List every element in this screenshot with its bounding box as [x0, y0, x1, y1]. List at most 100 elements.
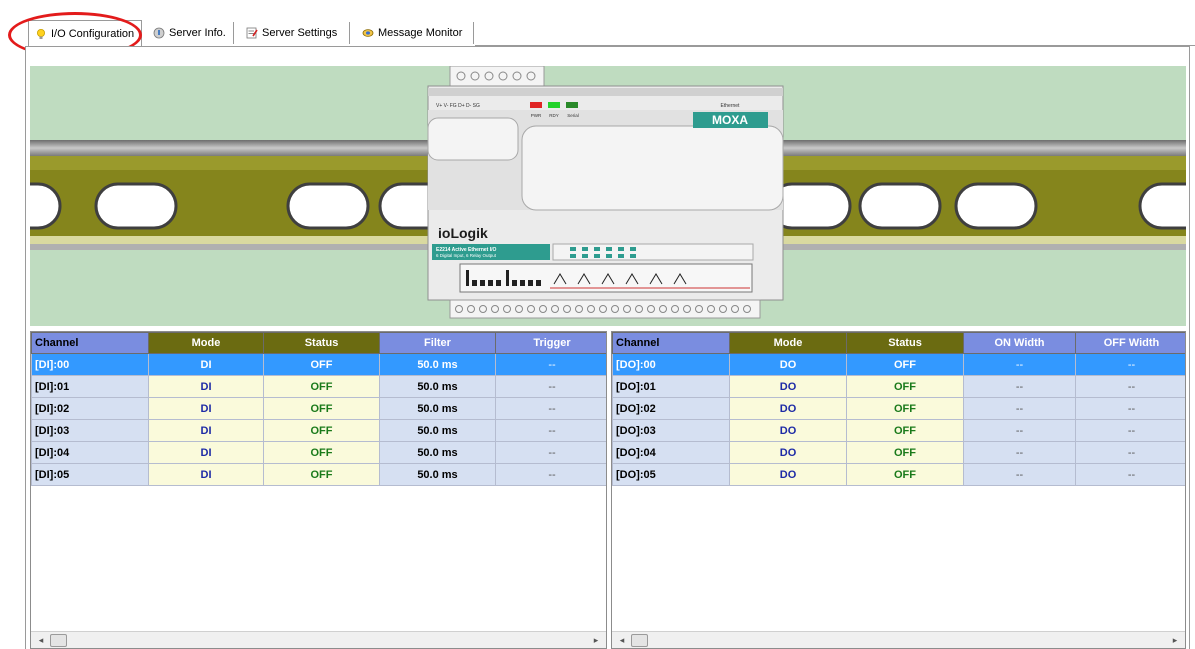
- cell-filter[interactable]: 50.0 ms: [379, 441, 496, 464]
- cell-status[interactable]: OFF: [846, 353, 964, 376]
- cell-mode[interactable]: DI: [148, 353, 264, 376]
- cell-off-width[interactable]: --: [1075, 375, 1185, 398]
- cell-status[interactable]: OFF: [846, 375, 964, 398]
- cell-channel[interactable]: [DO]:04: [612, 441, 730, 464]
- cell-mode[interactable]: DO: [729, 441, 847, 464]
- column-header-off-width[interactable]: OFF Width: [1075, 332, 1185, 354]
- cell-channel[interactable]: [DI]:02: [31, 397, 149, 420]
- di-channel-grid[interactable]: Channel Mode Status Filter Trigger [DI]:…: [30, 331, 607, 649]
- cell-channel[interactable]: [DI]:03: [31, 419, 149, 442]
- cell-on-width[interactable]: --: [963, 353, 1076, 376]
- scroll-right-icon[interactable]: ▸: [588, 633, 604, 647]
- table-row[interactable]: [DI]:01 DI OFF 50.0 ms --: [31, 375, 606, 398]
- cell-trigger[interactable]: --: [495, 397, 606, 420]
- cell-off-width[interactable]: --: [1075, 463, 1185, 486]
- cell-status[interactable]: OFF: [846, 397, 964, 420]
- cell-trigger[interactable]: --: [495, 441, 606, 464]
- cell-filter[interactable]: 50.0 ms: [379, 397, 496, 420]
- cell-status[interactable]: OFF: [263, 375, 380, 398]
- scroll-left-icon[interactable]: ◂: [614, 633, 630, 647]
- cell-mode[interactable]: DI: [148, 463, 264, 486]
- column-header-mode[interactable]: Mode: [148, 332, 264, 354]
- table-row[interactable]: [DI]:03 DI OFF 50.0 ms --: [31, 419, 606, 442]
- column-header-status[interactable]: Status: [846, 332, 964, 354]
- cell-trigger[interactable]: --: [495, 419, 606, 442]
- cell-off-width[interactable]: --: [1075, 441, 1185, 464]
- cell-status[interactable]: OFF: [263, 441, 380, 464]
- cell-channel[interactable]: [DI]:04: [31, 441, 149, 464]
- table-row[interactable]: [DI]:04 DI OFF 50.0 ms --: [31, 441, 606, 464]
- cell-on-width[interactable]: --: [963, 419, 1076, 442]
- tab-server-info[interactable]: Server Info.: [147, 22, 234, 44]
- cell-filter[interactable]: 50.0 ms: [379, 353, 496, 376]
- scroll-left-icon[interactable]: ◂: [33, 633, 49, 647]
- table-row[interactable]: [DO]:01 DO OFF -- --: [612, 375, 1185, 398]
- cell-status[interactable]: OFF: [263, 419, 380, 442]
- horizontal-scrollbar[interactable]: ◂ ▸: [612, 631, 1185, 648]
- cell-on-width[interactable]: --: [963, 463, 1076, 486]
- tab-message-monitor[interactable]: Message Monitor: [356, 22, 474, 44]
- settings-icon: [246, 27, 258, 39]
- brand-label: ioLogik: [438, 225, 488, 241]
- cell-mode[interactable]: DI: [148, 419, 264, 442]
- cell-off-width[interactable]: --: [1075, 353, 1185, 376]
- cell-mode[interactable]: DO: [729, 375, 847, 398]
- column-header-mode[interactable]: Mode: [729, 332, 847, 354]
- cell-channel[interactable]: [DO]:02: [612, 397, 730, 420]
- cell-filter[interactable]: 50.0 ms: [379, 419, 496, 442]
- column-header-status[interactable]: Status: [263, 332, 380, 354]
- cell-channel[interactable]: [DO]:05: [612, 463, 730, 486]
- cell-trigger[interactable]: --: [495, 463, 606, 486]
- tab-server-settings[interactable]: Server Settings: [240, 22, 350, 44]
- column-header-channel[interactable]: Channel: [31, 332, 149, 354]
- cell-mode[interactable]: DO: [729, 353, 847, 376]
- table-row[interactable]: [DI]:00 DI OFF 50.0 ms --: [31, 353, 606, 376]
- cell-channel[interactable]: [DO]:03: [612, 419, 730, 442]
- table-row[interactable]: [DO]:03 DO OFF -- --: [612, 419, 1185, 442]
- cell-off-width[interactable]: --: [1075, 397, 1185, 420]
- horizontal-scrollbar[interactable]: ◂ ▸: [31, 631, 606, 648]
- cell-channel[interactable]: [DI]:01: [31, 375, 149, 398]
- cell-off-width[interactable]: --: [1075, 419, 1185, 442]
- ethernet-label: Ethernet: [721, 103, 741, 109]
- cell-on-width[interactable]: --: [963, 397, 1076, 420]
- cell-status[interactable]: OFF: [846, 441, 964, 464]
- column-header-filter[interactable]: Filter: [379, 332, 496, 354]
- cell-on-width[interactable]: --: [963, 441, 1076, 464]
- cell-filter[interactable]: 50.0 ms: [379, 375, 496, 398]
- scroll-thumb[interactable]: [50, 634, 67, 647]
- cell-channel[interactable]: [DI]:00: [31, 353, 149, 376]
- cell-mode[interactable]: DO: [729, 397, 847, 420]
- column-header-channel[interactable]: Channel: [612, 332, 730, 354]
- do-channel-grid[interactable]: Channel Mode Status ON Width OFF Width […: [611, 331, 1186, 649]
- cell-mode[interactable]: DO: [729, 419, 847, 442]
- table-row[interactable]: [DI]:05 DI OFF 50.0 ms --: [31, 463, 606, 486]
- cell-trigger[interactable]: --: [495, 375, 606, 398]
- cell-channel[interactable]: [DO]:01: [612, 375, 730, 398]
- scroll-right-icon[interactable]: ▸: [1167, 633, 1183, 647]
- table-row[interactable]: [DO]:00 DO OFF -- --: [612, 353, 1185, 376]
- cell-channel[interactable]: [DI]:05: [31, 463, 149, 486]
- cell-mode[interactable]: DI: [148, 397, 264, 420]
- column-header-trigger[interactable]: Trigger: [495, 332, 606, 354]
- table-row[interactable]: [DO]:05 DO OFF -- --: [612, 463, 1185, 486]
- cell-filter[interactable]: 50.0 ms: [379, 463, 496, 486]
- cell-mode[interactable]: DI: [148, 441, 264, 464]
- table-row[interactable]: [DO]:04 DO OFF -- --: [612, 441, 1185, 464]
- table-row[interactable]: [DI]:02 DI OFF 50.0 ms --: [31, 397, 606, 420]
- column-header-on-width[interactable]: ON Width: [963, 332, 1076, 354]
- cell-trigger[interactable]: --: [495, 353, 606, 376]
- table-row[interactable]: [DO]:02 DO OFF -- --: [612, 397, 1185, 420]
- scroll-thumb[interactable]: [631, 634, 648, 647]
- cell-mode[interactable]: DO: [729, 463, 847, 486]
- monitor-icon: [362, 27, 374, 39]
- cell-status[interactable]: OFF: [263, 463, 380, 486]
- cell-status[interactable]: OFF: [263, 397, 380, 420]
- cell-on-width[interactable]: --: [963, 375, 1076, 398]
- cell-channel[interactable]: [DO]:00: [612, 353, 730, 376]
- cell-status[interactable]: OFF: [263, 353, 380, 376]
- terminal-labels: V+ V- FG D+ D- SG: [436, 103, 480, 109]
- cell-mode[interactable]: DI: [148, 375, 264, 398]
- cell-status[interactable]: OFF: [846, 419, 964, 442]
- cell-status[interactable]: OFF: [846, 463, 964, 486]
